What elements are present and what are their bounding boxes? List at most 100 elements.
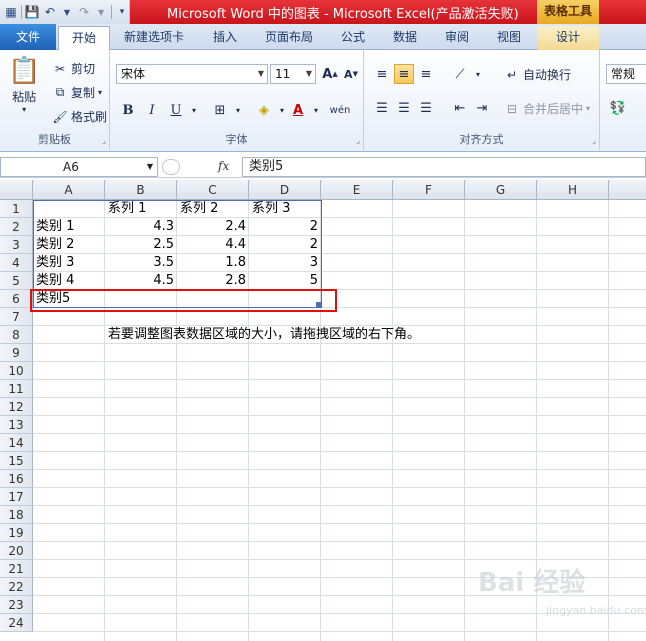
font-color-dropdown-icon[interactable]: ▾ bbox=[306, 100, 326, 120]
column-header-g[interactable]: G bbox=[465, 180, 537, 200]
column-header-c[interactable]: C bbox=[177, 180, 249, 200]
cell-c5[interactable]: 2.8 bbox=[177, 272, 249, 290]
redo-dropdown-icon[interactable]: ▼ bbox=[94, 4, 108, 20]
dialog-launcher-icon[interactable]: ⌟ bbox=[102, 136, 106, 145]
cell-a6[interactable]: 类别5 bbox=[33, 290, 105, 308]
orientation-icon[interactable]: ⟋ bbox=[450, 64, 470, 84]
tab-file[interactable]: 文件 bbox=[0, 24, 56, 50]
row-header-21[interactable]: 21 bbox=[0, 560, 33, 578]
row-header-23[interactable]: 23 bbox=[0, 596, 33, 614]
cell-b2[interactable]: 4.3 bbox=[105, 218, 177, 236]
cell-d1[interactable]: 系列 3 bbox=[249, 200, 321, 218]
row-header-10[interactable]: 10 bbox=[0, 362, 33, 380]
cell-c1[interactable]: 系列 2 bbox=[177, 200, 249, 218]
shrink-font-button[interactable]: A ▼ bbox=[341, 64, 361, 84]
cell-d5[interactable]: 5 bbox=[249, 272, 321, 290]
row-header-6[interactable]: 6 bbox=[0, 290, 33, 308]
align-left-icon[interactable]: ☰ bbox=[372, 98, 392, 118]
column-header-f[interactable]: F bbox=[393, 180, 465, 200]
tab-page-layout[interactable]: 页面布局 bbox=[258, 26, 320, 50]
row-header-7[interactable]: 7 bbox=[0, 308, 33, 326]
tab-home[interactable]: 开始 bbox=[58, 26, 110, 51]
cell-b1[interactable]: 系列 1 bbox=[105, 200, 177, 218]
row-header-15[interactable]: 15 bbox=[0, 452, 33, 470]
font-size-combo[interactable]: 11 ▼ bbox=[270, 64, 316, 84]
cell-a2[interactable]: 类别 1 bbox=[33, 218, 105, 236]
number-format-combo[interactable]: 常规 bbox=[606, 64, 646, 84]
tab-new-tab[interactable]: 新建选项卡 bbox=[118, 26, 190, 50]
column-header-h[interactable]: H bbox=[537, 180, 609, 200]
column-header-a[interactable]: A bbox=[33, 180, 105, 200]
cell-b3[interactable]: 2.5 bbox=[105, 236, 177, 254]
row-header-17[interactable]: 17 bbox=[0, 488, 33, 506]
format-painter-button[interactable]: 🖌 格式刷 bbox=[52, 108, 107, 125]
align-bottom-icon[interactable]: ≡ bbox=[416, 64, 436, 84]
row-header-16[interactable]: 16 bbox=[0, 470, 33, 488]
customize-qat-icon[interactable]: ▾ bbox=[115, 4, 129, 20]
select-all-button[interactable] bbox=[0, 180, 33, 200]
cell-b4[interactable]: 3.5 bbox=[105, 254, 177, 272]
row-header-8[interactable]: 8 bbox=[0, 326, 33, 344]
accounting-format-icon[interactable]: 💱 bbox=[608, 98, 628, 118]
tab-data[interactable]: 数据 bbox=[384, 26, 426, 50]
tab-insert[interactable]: 插入 bbox=[204, 26, 246, 50]
underline-button[interactable]: U bbox=[166, 100, 186, 120]
tab-design[interactable]: 设计 bbox=[537, 26, 599, 50]
insert-function-icon[interactable]: fx bbox=[218, 159, 229, 173]
row-header-11[interactable]: 11 bbox=[0, 380, 33, 398]
cut-button[interactable]: ✂ 剪切 bbox=[52, 60, 95, 77]
cell-c4[interactable]: 1.8 bbox=[177, 254, 249, 272]
align-right-icon[interactable]: ☰ bbox=[416, 98, 436, 118]
dialog-launcher-icon[interactable]: ⌟ bbox=[356, 136, 360, 145]
grow-font-button[interactable]: A ▲ bbox=[320, 64, 340, 84]
redo-icon[interactable]: ↷ bbox=[77, 4, 91, 20]
decrease-indent-icon[interactable]: ⇤ bbox=[450, 98, 470, 118]
cell-d4[interactable]: 3 bbox=[249, 254, 321, 272]
row-header-18[interactable]: 18 bbox=[0, 506, 33, 524]
cell-b5[interactable]: 4.5 bbox=[105, 272, 177, 290]
row-header-24[interactable]: 24 bbox=[0, 614, 33, 632]
borders-icon[interactable]: ⊞ bbox=[210, 100, 230, 120]
italic-button[interactable]: I bbox=[142, 100, 162, 120]
row-header-14[interactable]: 14 bbox=[0, 434, 33, 452]
increase-indent-icon[interactable]: ⇥ bbox=[472, 98, 492, 118]
row-header-2[interactable]: 2 bbox=[0, 218, 33, 236]
bold-button[interactable]: B bbox=[118, 100, 138, 120]
cell-d3[interactable]: 2 bbox=[249, 236, 321, 254]
row-header-19[interactable]: 19 bbox=[0, 524, 33, 542]
column-header-e[interactable]: E bbox=[321, 180, 393, 200]
paste-button[interactable]: 📋 粘贴 ▾ bbox=[8, 56, 40, 114]
font-color-icon[interactable]: A bbox=[288, 100, 308, 120]
undo-icon[interactable]: ↶ bbox=[43, 4, 57, 20]
cell-a5[interactable]: 类别 4 bbox=[33, 272, 105, 290]
cell-a4[interactable]: 类别 3 bbox=[33, 254, 105, 272]
font-name-combo[interactable]: 宋体 ▼ bbox=[116, 64, 268, 84]
cell-c3[interactable]: 4.4 bbox=[177, 236, 249, 254]
column-header-d[interactable]: D bbox=[249, 180, 321, 200]
save-icon[interactable]: 💾 bbox=[25, 4, 40, 20]
undo-dropdown-icon[interactable]: ▼ bbox=[60, 4, 74, 20]
copy-button[interactable]: ⧉ 复制 ▾ bbox=[52, 84, 102, 101]
align-middle-icon[interactable]: ≡ bbox=[394, 64, 414, 84]
wrap-text-button[interactable]: ↵ 自动换行 bbox=[504, 66, 571, 83]
row-header-22[interactable]: 22 bbox=[0, 578, 33, 596]
column-header-partial[interactable] bbox=[609, 180, 646, 200]
cell-b8-note[interactable]: 若要调整图表数据区域的大小，请拖拽区域的右下角。 bbox=[105, 326, 505, 344]
dialog-launcher-icon[interactable]: ⌟ bbox=[592, 136, 596, 145]
align-top-icon[interactable]: ≡ bbox=[372, 64, 392, 84]
cell-a3[interactable]: 类别 2 bbox=[33, 236, 105, 254]
row-header-3[interactable]: 3 bbox=[0, 236, 33, 254]
phonetic-guide-icon[interactable]: wén bbox=[330, 100, 351, 120]
merge-center-button[interactable]: ⊟ 合并后居中 ▾ bbox=[504, 100, 590, 117]
table-resize-handle[interactable] bbox=[316, 302, 322, 308]
borders-dropdown-icon[interactable]: ▾ bbox=[228, 100, 248, 120]
expand-formula-icon[interactable] bbox=[162, 159, 180, 175]
fill-color-icon[interactable]: ◈ bbox=[254, 100, 274, 120]
formula-input[interactable]: 类别5 bbox=[242, 157, 646, 177]
underline-dropdown-icon[interactable]: ▾ bbox=[184, 100, 204, 120]
align-center-icon[interactable]: ☰ bbox=[394, 98, 414, 118]
cell-d2[interactable]: 2 bbox=[249, 218, 321, 236]
excel-icon[interactable]: ▦ bbox=[4, 4, 18, 20]
row-header-4[interactable]: 4 bbox=[0, 254, 33, 272]
cell-c2[interactable]: 2.4 bbox=[177, 218, 249, 236]
